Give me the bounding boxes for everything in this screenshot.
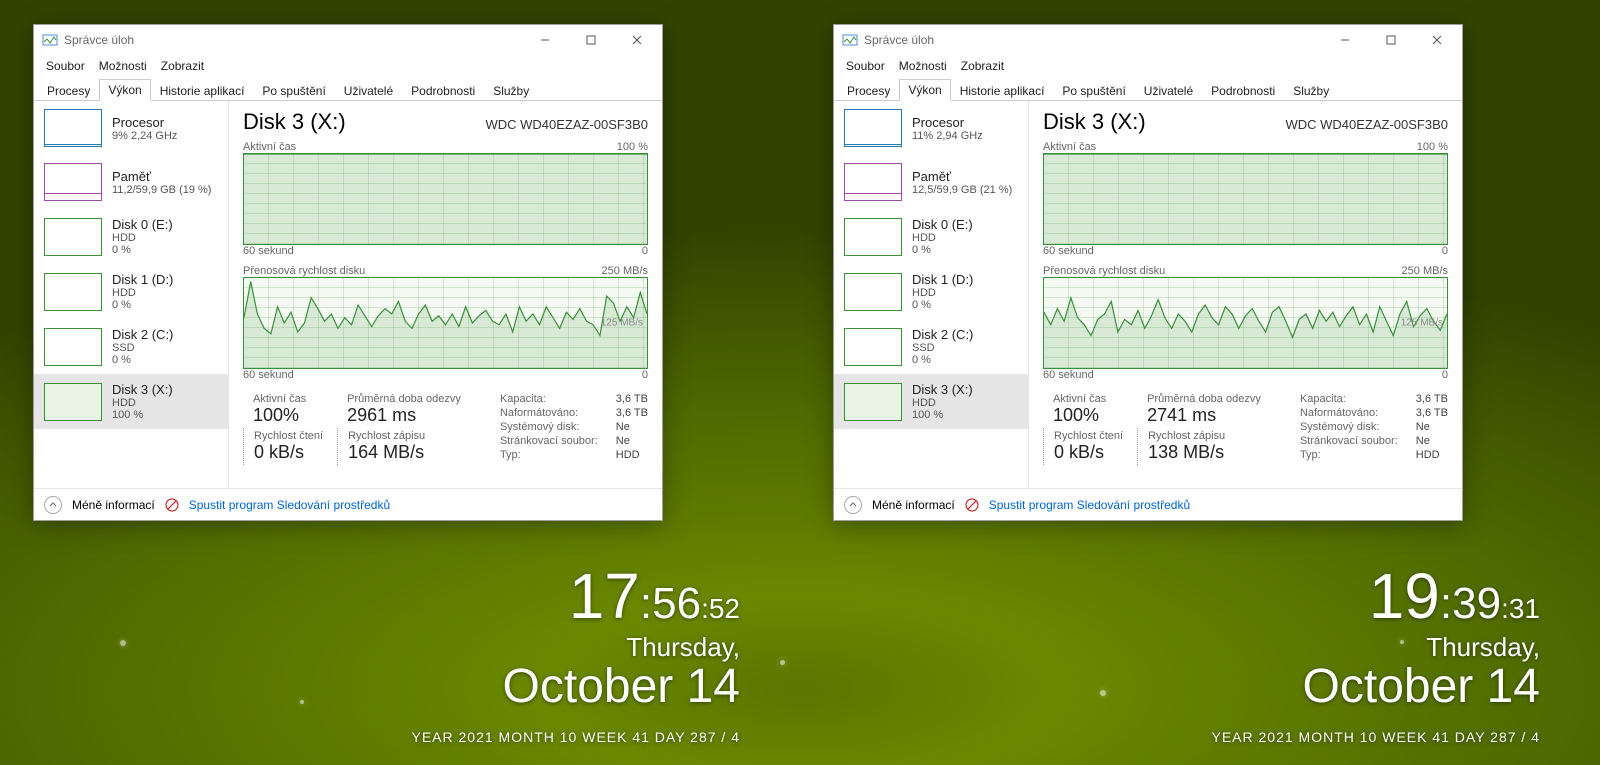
maximize-button[interactable]	[1368, 25, 1414, 55]
disk-thumb-icon	[844, 328, 902, 366]
tab-processes[interactable]: Procesy	[38, 80, 99, 101]
fewer-details-label[interactable]: Méně informací	[72, 498, 155, 512]
minimize-button[interactable]	[1322, 25, 1368, 55]
sidebar-item-cpu[interactable]: Procesor9% 2,24 GHz	[34, 101, 228, 155]
cpu-thumb-icon	[44, 109, 102, 147]
disk-model: WDC WD40EZAZ-00SF3B0	[485, 117, 648, 132]
menubar: Soubor Možnosti Zobrazit	[34, 55, 662, 77]
fewer-details-label[interactable]: Méně informací	[872, 498, 955, 512]
sidebar-item-cpu[interactable]: Procesor11% 2,94 GHz	[834, 101, 1028, 155]
stat-write-speed: 164 MB/s	[348, 442, 461, 463]
sidebar-item-disk0[interactable]: Disk 0 (E:)HDD0 %	[834, 209, 1028, 264]
sidebar-item-disk0[interactable]: Disk 0 (E:)HDD0 %	[34, 209, 228, 264]
screenshot-left: Správce úloh Soubor Možnosti Zobrazit Pr…	[0, 0, 800, 765]
perf-main: Disk 3 (X:) WDC WD40EZAZ-00SF3B0 Aktivní…	[229, 101, 662, 488]
tab-details[interactable]: Podrobnosti	[402, 80, 484, 101]
open-resmon-link[interactable]: Spustit program Sledování prostředků	[989, 498, 1190, 512]
disk-thumb-icon	[844, 383, 902, 421]
tab-apphistory[interactable]: Historie aplikací	[951, 80, 1054, 101]
disk-thumb-icon	[44, 218, 102, 256]
close-button[interactable]	[614, 25, 660, 55]
disk-title: Disk 3 (X:)	[1043, 109, 1146, 135]
tab-performance[interactable]: Výkon	[99, 79, 150, 101]
tabstrip: Procesy Výkon Historie aplikací Po spušt…	[34, 77, 662, 101]
disk-thumb-icon	[844, 218, 902, 256]
clock-widget: 17:56:52 Thursday, October 14 YEAR 2021 …	[412, 564, 741, 745]
menu-options[interactable]: Možnosti	[93, 57, 153, 75]
stat-active-time: 100%	[1053, 405, 1123, 426]
titlebar[interactable]: Správce úloh	[834, 25, 1462, 55]
tab-startup[interactable]: Po spuštění	[1053, 80, 1134, 101]
perf-sidebar[interactable]: Procesor9% 2,24 GHz Paměť11,2/59,9 GB (1…	[34, 101, 229, 488]
memory-thumb-icon	[844, 163, 902, 201]
disk-properties: Kapacita:3,6 TB Naformátováno:3,6 TB Sys…	[500, 391, 648, 465]
tab-services[interactable]: Služby	[1284, 80, 1338, 101]
disk-thumb-icon	[44, 273, 102, 311]
disk-thumb-icon	[44, 383, 102, 421]
memory-thumb-icon	[44, 163, 102, 201]
fewer-details-toggle[interactable]	[44, 496, 62, 514]
stat-read-speed: 0 kB/s	[254, 442, 323, 463]
transfer-rate-graph[interactable]: 125 MB/s	[1043, 277, 1448, 369]
stat-write-speed: 138 MB/s	[1148, 442, 1261, 463]
stat-response-time: 2961 ms	[347, 405, 461, 426]
disk-model: WDC WD40EZAZ-00SF3B0	[1285, 117, 1448, 132]
tab-services[interactable]: Služby	[484, 80, 538, 101]
active-time-graph[interactable]	[243, 153, 648, 245]
perf-sidebar[interactable]: Procesor11% 2,94 GHz Paměť12,5/59,9 GB (…	[834, 101, 1029, 488]
menu-file[interactable]: Soubor	[40, 57, 91, 75]
perf-main: Disk 3 (X:) WDC WD40EZAZ-00SF3B0 Aktivní…	[1029, 101, 1462, 488]
window-title: Správce úloh	[864, 33, 934, 47]
disk-properties: Kapacita:3,6 TB Naformátováno:3,6 TB Sys…	[1300, 391, 1448, 465]
sidebar-item-disk3[interactable]: Disk 3 (X:)HDD100 %	[34, 374, 228, 429]
tab-users[interactable]: Uživatelé	[1135, 80, 1202, 101]
menu-file[interactable]: Soubor	[840, 57, 891, 75]
resmon-icon	[965, 498, 979, 512]
menu-view[interactable]: Zobrazit	[955, 57, 1010, 75]
cpu-thumb-icon	[844, 109, 902, 147]
open-resmon-link[interactable]: Spustit program Sledování prostředků	[189, 498, 390, 512]
sidebar-item-disk1[interactable]: Disk 1 (D:)HDD0 %	[834, 264, 1028, 319]
tab-details[interactable]: Podrobnosti	[1202, 80, 1284, 101]
maximize-button[interactable]	[568, 25, 614, 55]
active-time-graph[interactable]	[1043, 153, 1448, 245]
menu-options[interactable]: Možnosti	[893, 57, 953, 75]
task-manager-window: Správce úloh Soubor Možnosti Zobrazit Pr…	[833, 24, 1463, 521]
sidebar-item-memory[interactable]: Paměť11,2/59,9 GB (19 %)	[34, 155, 228, 209]
window-footer: Méně informací Spustit program Sledování…	[34, 488, 662, 520]
disk-title: Disk 3 (X:)	[243, 109, 346, 135]
stat-read-speed: 0 kB/s	[1054, 442, 1123, 463]
menubar: Soubor Možnosti Zobrazit	[834, 55, 1462, 77]
titlebar[interactable]: Správce úloh	[34, 25, 662, 55]
tab-performance[interactable]: Výkon	[899, 79, 950, 101]
close-button[interactable]	[1414, 25, 1460, 55]
disk-thumb-icon	[844, 273, 902, 311]
stat-active-time: 100%	[253, 405, 323, 426]
stat-response-time: 2741 ms	[1147, 405, 1261, 426]
disk-thumb-icon	[44, 328, 102, 366]
resmon-icon	[165, 498, 179, 512]
screenshot-right: Správce úloh Soubor Možnosti Zobrazit Pr…	[800, 0, 1600, 765]
menu-view[interactable]: Zobrazit	[155, 57, 210, 75]
window-title: Správce úloh	[64, 33, 134, 47]
minimize-button[interactable]	[522, 25, 568, 55]
tab-processes[interactable]: Procesy	[838, 80, 899, 101]
sidebar-item-disk1[interactable]: Disk 1 (D:)HDD0 %	[34, 264, 228, 319]
window-footer: Méně informací Spustit program Sledování…	[834, 488, 1462, 520]
sidebar-item-memory[interactable]: Paměť12,5/59,9 GB (21 %)	[834, 155, 1028, 209]
tabstrip: Procesy Výkon Historie aplikací Po spušt…	[834, 77, 1462, 101]
tab-startup[interactable]: Po spuštění	[253, 80, 334, 101]
transfer-rate-graph[interactable]: 125 MB/s	[243, 277, 648, 369]
tab-apphistory[interactable]: Historie aplikací	[151, 80, 254, 101]
sidebar-item-disk3[interactable]: Disk 3 (X:)HDD100 %	[834, 374, 1028, 429]
tab-users[interactable]: Uživatelé	[335, 80, 402, 101]
taskmgr-icon	[42, 32, 58, 48]
sidebar-item-disk2[interactable]: Disk 2 (C:)SSD0 %	[34, 319, 228, 374]
task-manager-window: Správce úloh Soubor Možnosti Zobrazit Pr…	[33, 24, 663, 521]
clock-widget: 19:39:31 Thursday, October 14 YEAR 2021 …	[1212, 564, 1541, 745]
sidebar-item-disk2[interactable]: Disk 2 (C:)SSD0 %	[834, 319, 1028, 374]
taskmgr-icon	[842, 32, 858, 48]
fewer-details-toggle[interactable]	[844, 496, 862, 514]
